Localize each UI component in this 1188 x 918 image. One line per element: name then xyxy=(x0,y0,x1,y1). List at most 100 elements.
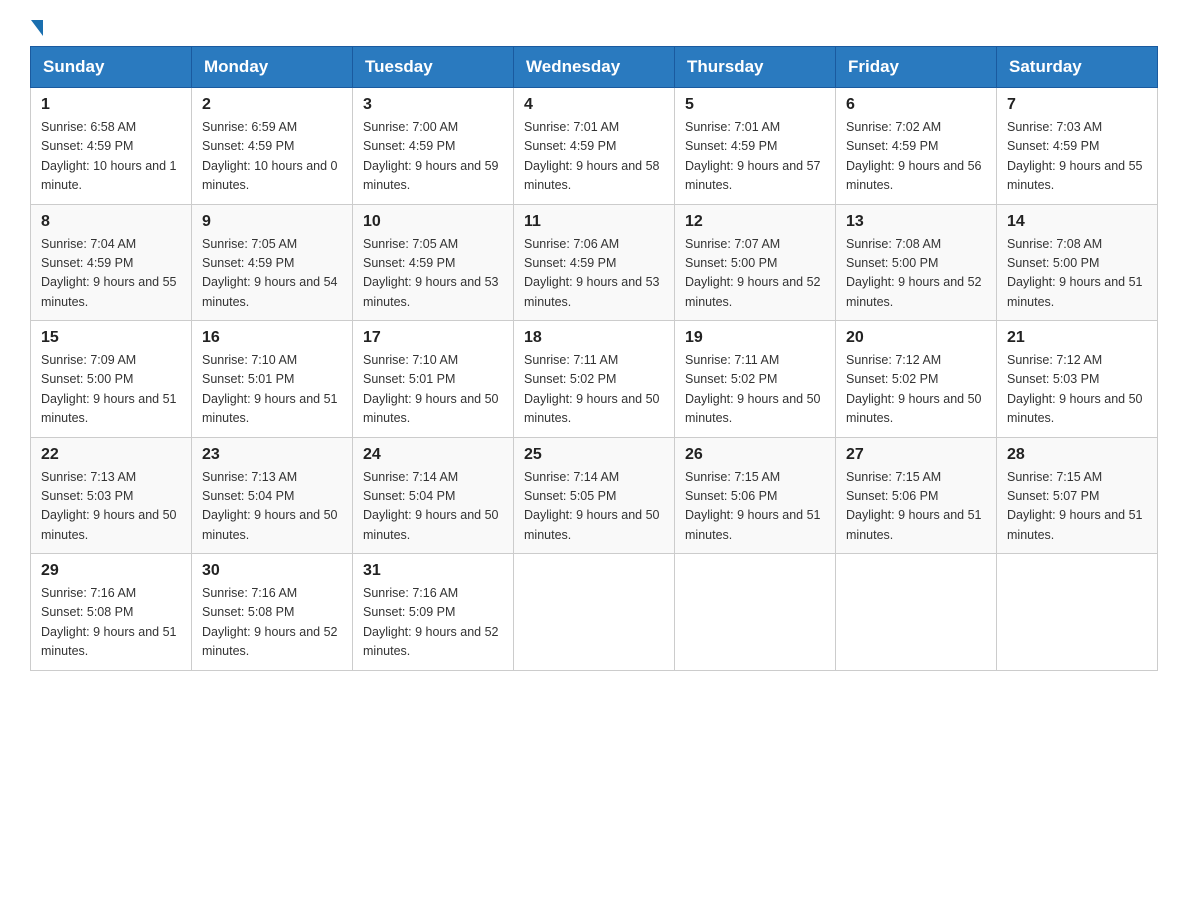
day-cell-19: 19Sunrise: 7:11 AMSunset: 5:02 PMDayligh… xyxy=(675,321,836,438)
day-cell-26: 26 Sunrise: 7:15 AMSunset: 5:06 PMDayligh… xyxy=(675,437,836,554)
day-info-25: Sunrise: 7:14 AMSunset: 5:05 PMDaylight:… xyxy=(524,468,664,546)
week-row-1: 1 Sunrise: 6:58 AMSunset: 4:59 PMDaylight… xyxy=(31,88,1158,205)
week-row-2: 8 Sunrise: 7:04 AMSunset: 4:59 PMDaylight… xyxy=(31,204,1158,321)
day-number-9: 9 xyxy=(202,213,342,231)
day-number-6: 6 xyxy=(846,96,986,114)
day-cell-21: 21 Sunrise: 7:12 AMSunset: 5:03 PMDayligh… xyxy=(997,321,1158,438)
day-cell-24: 24 Sunrise: 7:14 AMSunset: 5:04 PMDayligh… xyxy=(353,437,514,554)
day-cell-10: 10 Sunrise: 7:05 AMSunset: 4:59 PMDayligh… xyxy=(353,204,514,321)
day-info-7: Sunrise: 7:03 AMSunset: 4:59 PMDaylight:… xyxy=(1007,118,1147,196)
day-info-31: Sunrise: 7:16 AMSunset: 5:09 PMDaylight:… xyxy=(363,584,503,662)
day-number-5: 5 xyxy=(685,96,825,114)
day-number-28: 28 xyxy=(1007,446,1147,464)
day-number-12: 12 xyxy=(685,213,825,231)
day-number-10: 10 xyxy=(363,213,503,231)
day-info-5: Sunrise: 7:01 AMSunset: 4:59 PMDaylight:… xyxy=(685,118,825,196)
day-cell-1: 1 Sunrise: 6:58 AMSunset: 4:59 PMDaylight… xyxy=(31,88,192,205)
day-cell-18: 18Sunrise: 7:11 AMSunset: 5:02 PMDayligh… xyxy=(514,321,675,438)
day-number-7: 7 xyxy=(1007,96,1147,114)
day-cell-28: 28 Sunrise: 7:15 AMSunset: 5:07 PMDayligh… xyxy=(997,437,1158,554)
day-info-30: Sunrise: 7:16 AMSunset: 5:08 PMDaylight:… xyxy=(202,584,342,662)
day-info-6: Sunrise: 7:02 AMSunset: 4:59 PMDaylight:… xyxy=(846,118,986,196)
day-cell-2: 2 Sunrise: 6:59 AMSunset: 4:59 PMDaylight… xyxy=(192,88,353,205)
day-number-21: 21 xyxy=(1007,329,1147,347)
day-number-30: 30 xyxy=(202,562,342,580)
logo-triangle-icon xyxy=(31,20,43,36)
day-info-23: Sunrise: 7:13 AMSunset: 5:04 PMDaylight:… xyxy=(202,468,342,546)
day-cell-30: 30 Sunrise: 7:16 AMSunset: 5:08 PMDayligh… xyxy=(192,554,353,671)
day-cell-9: 9 Sunrise: 7:05 AMSunset: 4:59 PMDaylight… xyxy=(192,204,353,321)
day-number-16: 16 xyxy=(202,329,342,347)
day-cell-25: 25 Sunrise: 7:14 AMSunset: 5:05 PMDayligh… xyxy=(514,437,675,554)
day-number-11: 11 xyxy=(524,213,664,231)
day-number-26: 26 xyxy=(685,446,825,464)
day-number-4: 4 xyxy=(524,96,664,114)
day-number-20: 20 xyxy=(846,329,986,347)
day-number-1: 1 xyxy=(41,96,181,114)
day-cell-22: 22Sunrise: 7:13 AMSunset: 5:03 PMDayligh… xyxy=(31,437,192,554)
weekday-header-friday: Friday xyxy=(836,47,997,88)
day-cell-4: 4 Sunrise: 7:01 AMSunset: 4:59 PMDaylight… xyxy=(514,88,675,205)
day-info-26: Sunrise: 7:15 AMSunset: 5:06 PMDaylight:… xyxy=(685,468,825,546)
day-info-8: Sunrise: 7:04 AMSunset: 4:59 PMDaylight:… xyxy=(41,235,181,313)
day-number-23: 23 xyxy=(202,446,342,464)
week-row-4: 22Sunrise: 7:13 AMSunset: 5:03 PMDayligh… xyxy=(31,437,1158,554)
day-cell-8: 8 Sunrise: 7:04 AMSunset: 4:59 PMDaylight… xyxy=(31,204,192,321)
logo xyxy=(30,20,43,36)
day-cell-11: 11 Sunrise: 7:06 AMSunset: 4:59 PMDayligh… xyxy=(514,204,675,321)
day-cell-15: 15 Sunrise: 7:09 AMSunset: 5:00 PMDayligh… xyxy=(31,321,192,438)
day-info-13: Sunrise: 7:08 AMSunset: 5:00 PMDaylight:… xyxy=(846,235,986,313)
page-header xyxy=(30,20,1158,36)
day-info-21: Sunrise: 7:12 AMSunset: 5:03 PMDaylight:… xyxy=(1007,351,1147,429)
calendar-table: SundayMondayTuesdayWednesdayThursdayFrid… xyxy=(30,46,1158,671)
day-number-22: 22 xyxy=(41,446,181,464)
day-cell-23: 23 Sunrise: 7:13 AMSunset: 5:04 PMDayligh… xyxy=(192,437,353,554)
day-info-11: Sunrise: 7:06 AMSunset: 4:59 PMDaylight:… xyxy=(524,235,664,313)
day-number-2: 2 xyxy=(202,96,342,114)
day-info-24: Sunrise: 7:14 AMSunset: 5:04 PMDaylight:… xyxy=(363,468,503,546)
day-info-12: Sunrise: 7:07 AMSunset: 5:00 PMDaylight:… xyxy=(685,235,825,313)
day-info-27: Sunrise: 7:15 AMSunset: 5:06 PMDaylight:… xyxy=(846,468,986,546)
day-info-15: Sunrise: 7:09 AMSunset: 5:00 PMDaylight:… xyxy=(41,351,181,429)
day-number-24: 24 xyxy=(363,446,503,464)
day-info-1: Sunrise: 6:58 AMSunset: 4:59 PMDaylight:… xyxy=(41,118,181,196)
day-number-14: 14 xyxy=(1007,213,1147,231)
day-cell-17: 17Sunrise: 7:10 AMSunset: 5:01 PMDayligh… xyxy=(353,321,514,438)
weekday-header-thursday: Thursday xyxy=(675,47,836,88)
day-cell-5: 5 Sunrise: 7:01 AMSunset: 4:59 PMDaylight… xyxy=(675,88,836,205)
day-cell-31: 31Sunrise: 7:16 AMSunset: 5:09 PMDayligh… xyxy=(353,554,514,671)
day-number-27: 27 xyxy=(846,446,986,464)
day-cell-3: 3Sunrise: 7:00 AMSunset: 4:59 PMDaylight… xyxy=(353,88,514,205)
day-info-17: Sunrise: 7:10 AMSunset: 5:01 PMDaylight:… xyxy=(363,351,503,429)
weekday-header-row: SundayMondayTuesdayWednesdayThursdayFrid… xyxy=(31,47,1158,88)
day-info-14: Sunrise: 7:08 AMSunset: 5:00 PMDaylight:… xyxy=(1007,235,1147,313)
day-number-15: 15 xyxy=(41,329,181,347)
empty-cell xyxy=(997,554,1158,671)
day-cell-12: 12 Sunrise: 7:07 AMSunset: 5:00 PMDayligh… xyxy=(675,204,836,321)
day-number-8: 8 xyxy=(41,213,181,231)
day-cell-14: 14 Sunrise: 7:08 AMSunset: 5:00 PMDayligh… xyxy=(997,204,1158,321)
weekday-header-wednesday: Wednesday xyxy=(514,47,675,88)
empty-cell xyxy=(675,554,836,671)
day-info-2: Sunrise: 6:59 AMSunset: 4:59 PMDaylight:… xyxy=(202,118,342,196)
day-number-3: 3 xyxy=(363,96,503,114)
day-number-18: 18 xyxy=(524,329,664,347)
weekday-header-monday: Monday xyxy=(192,47,353,88)
day-info-4: Sunrise: 7:01 AMSunset: 4:59 PMDaylight:… xyxy=(524,118,664,196)
day-cell-20: 20Sunrise: 7:12 AMSunset: 5:02 PMDayligh… xyxy=(836,321,997,438)
day-number-29: 29 xyxy=(41,562,181,580)
day-info-10: Sunrise: 7:05 AMSunset: 4:59 PMDaylight:… xyxy=(363,235,503,313)
empty-cell xyxy=(514,554,675,671)
day-cell-16: 16 Sunrise: 7:10 AMSunset: 5:01 PMDayligh… xyxy=(192,321,353,438)
empty-cell xyxy=(836,554,997,671)
day-info-19: Sunrise: 7:11 AMSunset: 5:02 PMDaylight:… xyxy=(685,351,825,429)
week-row-3: 15 Sunrise: 7:09 AMSunset: 5:00 PMDayligh… xyxy=(31,321,1158,438)
day-info-28: Sunrise: 7:15 AMSunset: 5:07 PMDaylight:… xyxy=(1007,468,1147,546)
day-cell-29: 29Sunrise: 7:16 AMSunset: 5:08 PMDayligh… xyxy=(31,554,192,671)
day-cell-27: 27 Sunrise: 7:15 AMSunset: 5:06 PMDayligh… xyxy=(836,437,997,554)
day-info-9: Sunrise: 7:05 AMSunset: 4:59 PMDaylight:… xyxy=(202,235,342,313)
week-row-5: 29 Sunrise: 7:16 AMSunset: 5:08 PMDayligh… xyxy=(31,554,1158,671)
weekday-header-sunday: Sunday xyxy=(31,47,192,88)
day-number-25: 25 xyxy=(524,446,664,464)
day-info-16: Sunrise: 7:10 AMSunset: 5:01 PMDaylight:… xyxy=(202,351,342,429)
